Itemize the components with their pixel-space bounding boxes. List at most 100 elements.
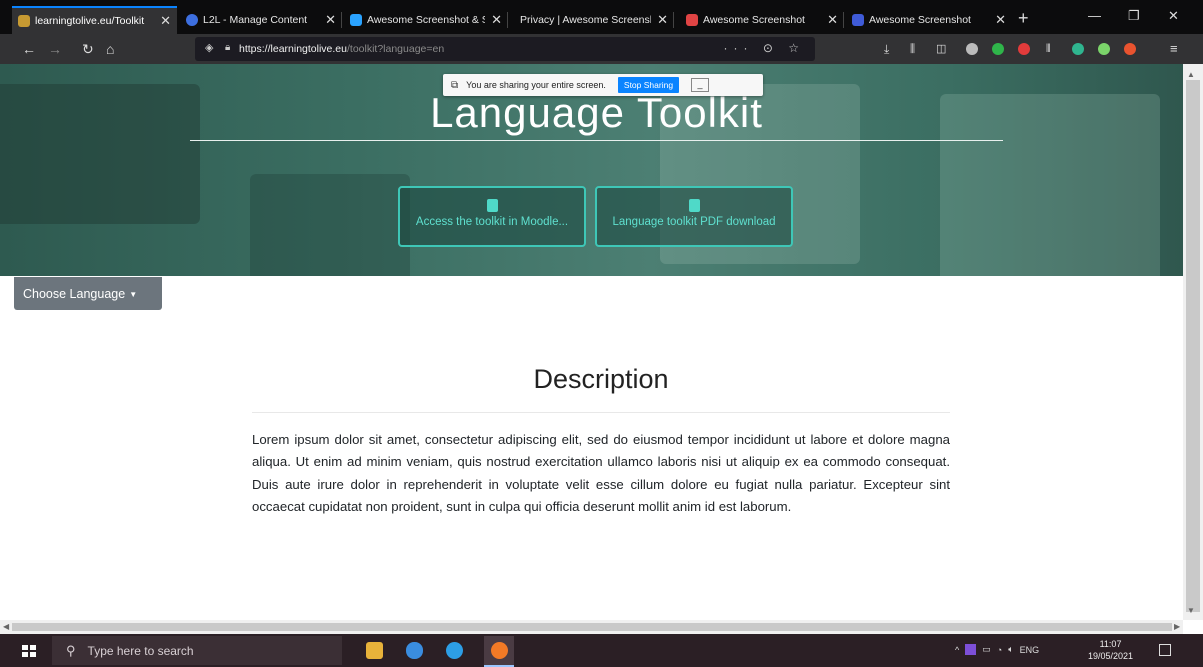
vertical-scroll-thumb[interactable] [1186,80,1200,612]
tab-awesome-screenshot-2[interactable]: Awesome Screenshot ✕ [680,6,844,34]
tab-separator [843,12,844,28]
extension-icon[interactable] [966,43,978,55]
tab-title: Awesome Screenshot & S [367,14,486,26]
tab-separator [507,12,508,28]
search-placeholder: Type here to search [87,643,194,658]
extension-grid-icon[interactable]: ⫴ [1046,40,1051,58]
web-page: Language Toolkit Access the toolkit in M… [0,64,1183,620]
url-text[interactable]: https://learningtolive.eu/toolkit?langua… [239,43,444,55]
taskbar-search-box[interactable]: ⚲ Type here to search [52,636,342,665]
choose-language-dropdown[interactable]: Choose Language ▼ [14,277,162,310]
clock-date: 19/05/2021 [1088,651,1134,661]
menu-icon[interactable]: ≡ [1170,40,1178,58]
tab-manage-content[interactable]: L2L - Manage Content ✕ [180,6,342,34]
telegram-icon[interactable] [446,642,463,659]
sidebar-icon[interactable]: ◫ [936,40,946,58]
screenshot-favicon-icon [686,14,698,26]
tab-title: Awesome Screenshot [869,14,971,26]
description-heading: Description [533,364,669,394]
description-divider [252,412,950,413]
new-tab-button[interactable]: + [1018,8,1029,29]
url-path: /toolkit?language=en [346,43,445,55]
awesome-screenshot-extension-icon[interactable] [1124,43,1136,55]
downloads-icon[interactable]: ⤓ [884,40,889,58]
screenshot-favicon-icon [852,14,864,26]
volume-icon[interactable]: 🔈︎ [1008,644,1013,655]
tab-separator [341,12,342,28]
tab-toolkit[interactable]: learningtolive.eu/Toolkit ✕ [12,6,177,34]
network-icon[interactable]: ◔ [997,645,1002,655]
extension-icon[interactable] [1072,43,1084,55]
toolkit-favicon-icon [18,15,30,27]
search-icon: ⚲ [66,642,76,658]
lock-icon[interactable]: 🔒︎ [225,42,230,53]
back-arrow-icon[interactable]: ← [22,40,36,58]
tab-title: learningtolive.eu/Toolkit [35,15,145,27]
close-tab-icon[interactable]: ✕ [491,12,502,28]
forward-arrow-icon[interactable]: → [48,40,62,58]
windows-start-icon[interactable] [22,645,36,657]
clock[interactable]: 11:07 19/05/2021 [1088,638,1133,662]
battery-icon[interactable]: ▭ [982,644,991,655]
scroll-down-arrow-icon[interactable]: ▼ [1187,606,1195,615]
tab-awesome-screenshot-3[interactable]: Awesome Screenshot ✕ [846,6,1012,34]
sharing-message: You are sharing your entire screen. [466,80,606,90]
windows-taskbar: ⚲ Type here to search ^ ▭ ◔ 🔈︎ ENG 11:07… [0,634,1203,667]
screen-sharing-bar: ⧉ You are sharing your entire screen. St… [443,74,763,96]
extension-icon[interactable] [1018,43,1030,55]
document-icon [486,199,498,212]
stop-sharing-button[interactable]: Stop Sharing [617,77,680,93]
extension-icon[interactable] [1098,43,1110,55]
button-label: Language toolkit PDF download [612,216,776,228]
reload-icon[interactable]: ↻ [82,40,94,58]
restore-window-icon[interactable]: ❐ [1128,8,1140,24]
book-shape [0,84,200,224]
close-tab-icon[interactable]: ✕ [657,12,668,28]
app-icon[interactable] [406,642,423,659]
browser-tab-strip: learningtolive.eu/Toolkit ✕ L2L - Manage… [0,0,1203,34]
minimize-share-bar-button[interactable]: _ [691,78,710,92]
close-window-icon[interactable]: ✕ [1168,8,1179,24]
tab-awesome-screenshot-1[interactable]: Awesome Screenshot & S ✕ [344,6,508,34]
chevron-up-icon[interactable]: ^ [955,645,959,655]
library-icon[interactable]: ⫼ [910,40,915,58]
notifications-icon[interactable] [1159,644,1171,656]
l2l-favicon-icon [186,14,198,26]
scroll-right-arrow-icon[interactable]: ▶ [1174,622,1180,631]
pdf-download-button[interactable]: Language toolkit PDF download [595,186,793,247]
share-screen-icon: ⧉ [451,79,459,91]
close-tab-icon[interactable]: ✕ [827,12,838,28]
file-explorer-icon[interactable] [366,642,383,659]
browser-toolbar: ← → ↻ ⌂ ◈ 🔒︎ https://learningtolive.eu/t… [0,34,1203,64]
close-tab-icon[interactable]: ✕ [160,13,171,29]
access-moodle-button[interactable]: Access the toolkit in Moodle... [398,186,586,247]
scroll-up-arrow-icon[interactable]: ▲ [1187,70,1195,79]
tab-privacy[interactable]: Privacy | Awesome Screenshot ✕ [510,6,674,34]
input-language[interactable]: ENG [1020,645,1040,655]
book-shape [250,174,410,276]
hero-banner: Language Toolkit Access the toolkit in M… [0,64,1183,276]
clock-time: 11:07 [1099,639,1122,649]
minimize-window-icon[interactable]: — [1088,8,1101,23]
caret-down-icon: ▼ [129,290,138,300]
horizontal-scroll-thumb[interactable] [12,623,1172,631]
extension-icon[interactable] [992,43,1004,55]
scroll-left-arrow-icon[interactable]: ◀ [3,622,9,631]
dropdown-label: Choose Language [23,287,126,301]
title-divider [190,140,1003,141]
tray-app-icon[interactable] [965,644,977,655]
tab-title: Privacy | Awesome Screenshot [520,14,652,26]
tab-title: L2L - Manage Content [203,14,308,26]
page-title: Language Toolkit [430,89,763,136]
firefox-icon[interactable] [491,642,508,659]
close-tab-icon[interactable]: ✕ [325,12,336,28]
tab-title: Awesome Screenshot [703,14,805,26]
close-tab-icon[interactable]: ✕ [995,12,1006,28]
address-bar[interactable]: ◈ 🔒︎ https://learningtolive.eu/toolkit?l… [195,37,815,61]
home-icon[interactable]: ⌂ [106,40,114,58]
tab-separator [673,12,674,28]
button-label: Access the toolkit in Moodle... [415,216,569,228]
screen: learningtolive.eu/Toolkit ✕ L2L - Manage… [0,0,1203,667]
tracking-shield-icon[interactable]: ◈ [205,41,213,54]
page-actions-icons[interactable]: ··· ⊙ ☆ [724,41,805,55]
